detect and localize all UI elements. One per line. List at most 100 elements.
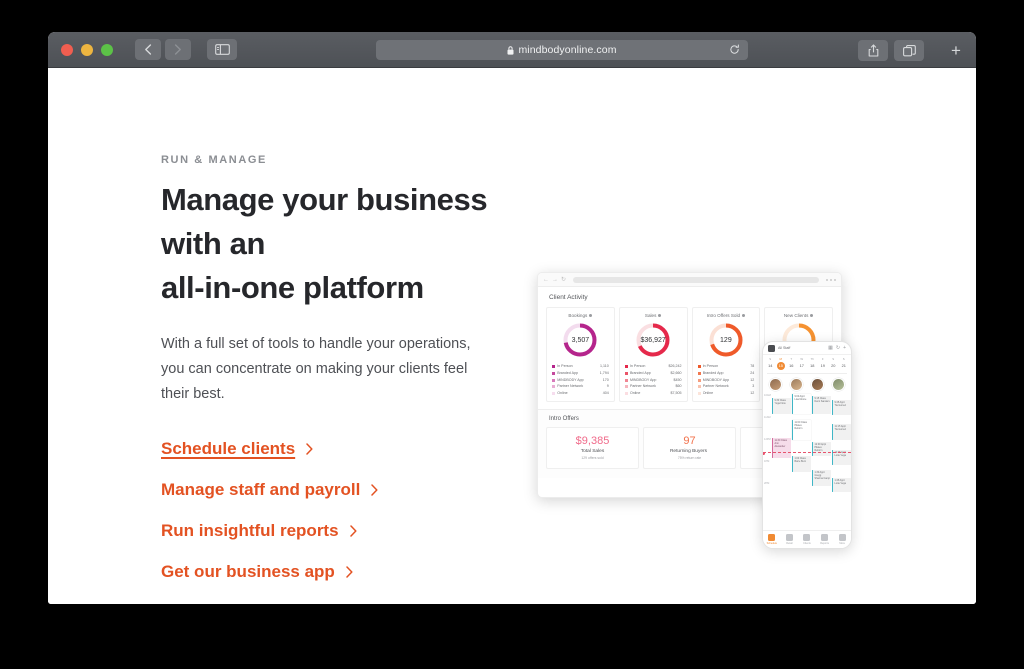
date-cell[interactable]: S 20 [828,357,839,370]
legend-item: In Person 1,110 [552,363,609,370]
intro-card-total-sales: $9,385 Total Sales 129 offers sold [546,427,639,470]
date-cell-selected[interactable]: M 15 [776,357,787,370]
donut-chart-wrap: 129 [696,322,757,358]
schedule-grid[interactable]: 10AM 11AM 12PM 1PM 2PM 9:30 Class Yoga Fl… [763,394,851,512]
tab-retail[interactable]: Retail [781,534,799,545]
link-schedule-clients[interactable]: Schedule clients [161,439,313,459]
kpi-legend: In Person 78 Branded App 24 MINDBODY App 12… [696,363,757,397]
share-icon [868,44,878,57]
staff-avatar-row [763,376,851,394]
appointment-block[interactable]: 11:30 Class Ann Alexander [772,438,791,458]
phone-header: All Staff ▦ ↻ + [763,342,851,355]
legend-item: Partner Network $60 [624,383,682,390]
link-label: Manage staff and payroll [161,479,361,499]
legend-item: Branded App 1,794 [552,370,609,377]
dashboard-browser-chrome: ← → ↻ [538,273,841,287]
refresh-icon[interactable]: ↻ [836,345,840,351]
intro-card-value: 97 [683,435,696,448]
new-tab-button[interactable]: + [944,39,968,62]
link-get-our-business-app[interactable]: Get our business app [161,562,353,582]
headline-line-2: with an [161,226,265,262]
date-cell[interactable]: S 21 [839,357,850,370]
sidebar-toggle-button[interactable] [207,39,237,60]
person-icon [803,534,811,541]
reload-icon[interactable] [729,44,740,55]
appointment-block[interactable]: 9:00 Appt Lisa Moore [792,394,811,414]
kpi-legend: In Person 1,110 Branded App 1,794 MINDBODY… [550,363,611,397]
tab-reports[interactable]: Reports [816,534,834,545]
chevron-right-icon [306,443,313,455]
donut-chart-intro-offers: 129 [708,322,744,358]
legend-item: MINDBODY App 170 [552,377,609,384]
tab-clients[interactable]: Clients [798,534,816,545]
add-icon[interactable]: + [843,345,846,351]
tab-more[interactable]: More [833,534,851,545]
avatar[interactable] [832,378,845,391]
appointment-block[interactable]: 11:15 Appt Tia Gomez [832,424,851,440]
back-button[interactable] [135,39,161,60]
intro-card-value: $9,385 [575,435,610,448]
appointment-block[interactable]: 1:30 Appt Gregg Sharma Camp [812,470,831,486]
url-text: mindbodyonline.com [518,44,617,56]
chevron-right-icon [371,484,378,496]
calendar-icon [768,534,776,541]
info-icon [742,314,746,317]
address-bar[interactable]: mindbodyonline.com [376,40,748,60]
donut-chart-sales: $36,927 [635,322,671,358]
date-cell[interactable]: W 17 [797,357,808,370]
reload-icon: ↻ [561,276,567,283]
date-cell[interactable]: S 14 [765,357,776,370]
more-icon [838,534,846,541]
link-manage-staff-and-payroll[interactable]: Manage staff and payroll [161,480,378,500]
calendar-view-icon[interactable]: ▦ [828,345,833,351]
appointment-block[interactable]: 9:15 Class Demi Sanders [812,396,831,414]
minimize-window-button[interactable] [81,43,93,56]
legend-item: In Person $26,242 [624,363,682,370]
tab-schedule[interactable]: Schedule [763,534,781,545]
lock-icon [507,45,514,55]
legend-item: Partner Network 9 [552,383,609,390]
tab-overview-button[interactable] [894,40,924,61]
dashboard-menu-icon [826,278,836,281]
page-title: Manage your business with an all-in-one … [161,178,521,310]
maximize-window-button[interactable] [101,43,113,56]
appointment-block[interactable]: 12:00 Appt Pilates Reform [812,442,831,456]
date-cell[interactable]: Th 18 [807,357,818,370]
chevron-right-icon [349,525,357,537]
close-window-button[interactable] [61,43,73,56]
forward-button[interactable] [165,39,191,60]
legend-item: In Person 78 [697,363,754,370]
appointment-block[interactable]: 9:30 Class Yoga Flow [772,398,791,414]
date-strip: S 14 M 15 T 16 W 17 Th 18 F 19 S 20 S 21 [763,355,851,373]
kpi-card-sales: Sales $36,927 In Person $26,242 Branded … [618,307,688,403]
link-run-insightful-reports[interactable]: Run insightful reports [161,521,357,541]
avatar[interactable] [790,378,803,391]
chevron-left-icon [145,44,152,55]
date-cell[interactable]: F 19 [818,357,829,370]
appointment-block[interactable]: 11:00 Class Pilates Reform [792,420,811,440]
intro-card-returning-buyers: 97 Returning Buyers 75% return rate [643,427,736,470]
appointment-block[interactable]: 9:45 Appt Tia Gomez [832,400,851,415]
current-time-indicator [763,451,851,455]
kpi-header: Sales [623,313,684,318]
info-icon [658,314,662,317]
browser-window: mindbodyonline.com + RUN & MANAGE Manage… [48,32,976,604]
chart-icon [821,534,829,541]
avatar[interactable] [769,378,782,391]
phone-mockup: All Staff ▦ ↻ + S 14 M 15 T 16 W 17 Th 18 F 19… [762,341,852,549]
kpi-value: 3,507 [571,336,590,344]
appointment-block[interactable]: 1:45 Appt Lotte Vega [832,478,851,492]
bag-icon [785,534,793,541]
legend-item: Online 12 [697,390,754,397]
avatar[interactable] [811,378,824,391]
kpi-header: Intro Offers Sold [696,313,757,318]
legend-item: Partner Network 3 [697,383,754,390]
share-button[interactable] [858,40,888,61]
appointment-block[interactable]: 1:00 Class Barre Burn [792,456,811,472]
schedule-column: 9:00 Appt Lisa Moore 11:00 Class Pilates R… [792,394,811,512]
date-cell[interactable]: T 16 [786,357,797,370]
tabs-icon [902,44,916,56]
legend-item: Online 404 [552,390,609,397]
hero-description: With a full set of tools to handle your … [161,336,471,402]
kpi-header: New Clients [768,313,829,318]
